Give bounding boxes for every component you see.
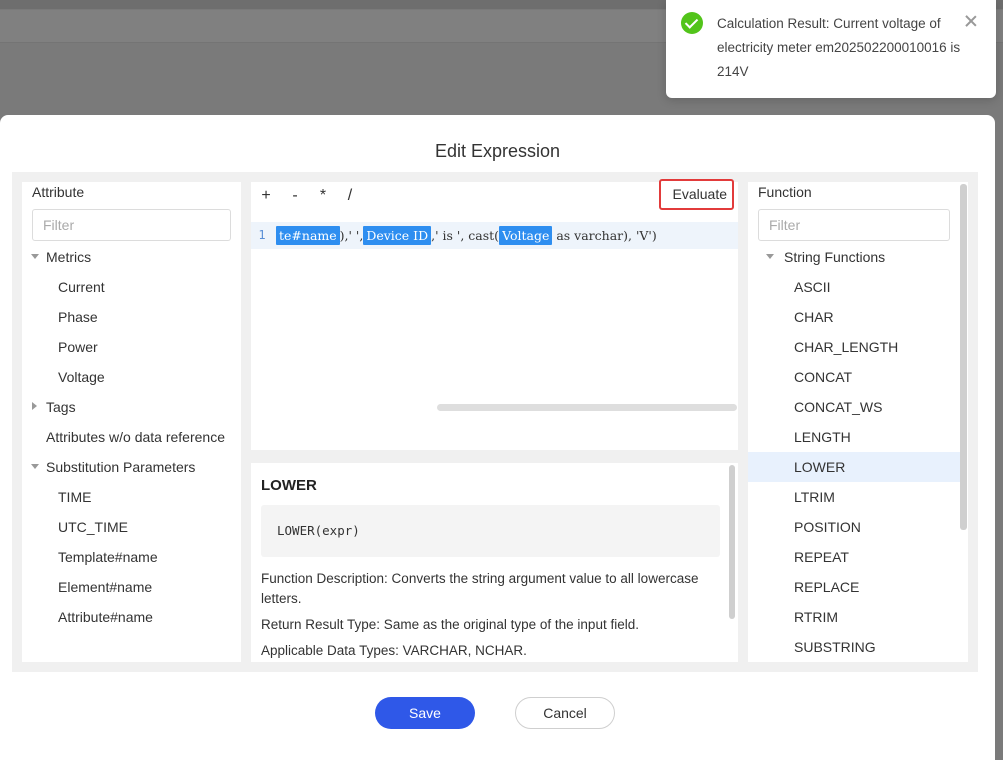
line-number: 1 — [258, 228, 266, 242]
function-item-lower[interactable]: LOWER — [748, 452, 960, 482]
description-scrollbar[interactable] — [729, 465, 735, 619]
caret-down-icon[interactable] — [766, 254, 774, 259]
tree-group-string-functions[interactable]: String Functions — [748, 242, 960, 272]
attribute-token[interactable]: Device ID — [363, 226, 432, 245]
caret-down-icon[interactable] — [31, 464, 39, 469]
caret-down-icon[interactable] — [31, 254, 39, 259]
evaluate-button[interactable]: Evaluate — [659, 179, 734, 210]
calculation-result-toast: Calculation Result: Current voltage of e… — [666, 0, 996, 98]
expression-editor: + - * / Evaluate 1 te#name),' ', Device I… — [251, 179, 738, 450]
function-heading: Function — [758, 184, 812, 200]
function-title: LOWER — [261, 477, 317, 494]
attribute-heading: Attribute — [32, 184, 85, 200]
function-item-ascii[interactable]: ASCII — [748, 272, 960, 302]
function-scrollbar[interactable] — [960, 184, 967, 530]
operator-toolbar: + - * / Evaluate — [251, 179, 738, 214]
attribute-token[interactable]: Voltage — [499, 226, 553, 245]
code-line[interactable]: 1 te#name),' ', Device ID ,' is ', cast(Vo… — [251, 222, 738, 249]
function-item-char-length[interactable]: CHAR_LENGTH — [748, 332, 960, 362]
tree-item-no-reference[interactable]: Attributes w/o data reference — [22, 422, 241, 452]
function-item-length[interactable]: LENGTH — [748, 422, 960, 452]
function-item-replace[interactable]: REPLACE — [748, 572, 960, 602]
function-item-char[interactable]: CHAR — [748, 302, 960, 332]
tree-group-tags[interactable]: Tags — [22, 392, 241, 422]
code-segment: as varchar), 'V') — [552, 228, 657, 243]
function-item-concat[interactable]: CONCAT — [748, 362, 960, 392]
attribute-item-phase[interactable]: Phase — [22, 302, 241, 332]
attribute-item-current[interactable]: Current — [22, 272, 241, 302]
check-circle-icon — [681, 12, 703, 34]
modal-title: Edit Expression — [434, 141, 561, 161]
close-icon[interactable] — [964, 14, 978, 28]
param-item-time[interactable]: TIME — [22, 482, 241, 512]
attribute-item-voltage[interactable]: Voltage — [22, 362, 241, 392]
save-button[interactable]: Save — [375, 697, 475, 729]
horizontal-scrollbar[interactable] — [437, 404, 737, 411]
function-panel: Function String Functions ASCII CHAR CHA… — [748, 182, 968, 662]
multiply-operator-button[interactable]: * — [316, 187, 330, 205]
caret-right-icon[interactable] — [32, 402, 37, 410]
code-segment: ),' ', — [339, 228, 364, 243]
attribute-filter-input[interactable] — [32, 209, 231, 241]
param-item-attribute-name[interactable]: Attribute#name — [22, 602, 241, 632]
attribute-panel: Attribute Metrics Current Phase Power Vo… — [22, 182, 241, 662]
param-item-template-name[interactable]: Template#name — [22, 542, 241, 572]
function-item-repeat[interactable]: REPEAT — [748, 542, 960, 572]
tree-group-substitution[interactable]: Substitution Parameters — [22, 452, 241, 482]
function-filter-input[interactable] — [758, 209, 950, 241]
attribute-token[interactable]: te#name — [276, 226, 340, 245]
function-item-substring[interactable]: SUBSTRING — [748, 632, 960, 662]
edit-expression-modal: Edit Expression Attribute Metrics Curren… — [0, 115, 995, 760]
toast-message: Calculation Result: Current voltage of e… — [717, 16, 961, 79]
function-item-concat-ws[interactable]: CONCAT_WS — [748, 392, 960, 422]
plus-operator-button[interactable]: + — [259, 187, 273, 205]
function-description-text: Function Description: Converts the strin… — [261, 571, 699, 606]
param-item-utc-time[interactable]: UTC_TIME — [22, 512, 241, 542]
function-description-panel: LOWER LOWER(expr) Function Description: … — [251, 463, 738, 662]
modal-body: Attribute Metrics Current Phase Power Vo… — [12, 172, 978, 672]
function-item-position[interactable]: POSITION — [748, 512, 960, 542]
function-tree: String Functions ASCII CHAR CHAR_LENGTH … — [748, 242, 960, 662]
minus-operator-button[interactable]: - — [288, 187, 302, 205]
return-type-text: Return Result Type: Same as the original… — [261, 617, 639, 632]
tree-group-metrics[interactable]: Metrics — [22, 242, 241, 272]
attribute-tree: Metrics Current Phase Power Voltage Tags… — [22, 242, 241, 632]
attribute-item-power[interactable]: Power — [22, 332, 241, 362]
cancel-button[interactable]: Cancel — [515, 697, 615, 729]
function-syntax: LOWER(expr) — [261, 505, 720, 557]
code-segment: ,' is ', cast( — [431, 228, 500, 243]
data-types-text: Applicable Data Types: VARCHAR, NCHAR. — [261, 643, 527, 658]
function-item-ltrim[interactable]: LTRIM — [748, 482, 960, 512]
divide-operator-button[interactable]: / — [343, 187, 357, 205]
code-text[interactable]: te#name),' ', Device ID ,' is ', cast(Volt… — [276, 222, 657, 249]
param-item-element-name[interactable]: Element#name — [22, 572, 241, 602]
function-item-rtrim[interactable]: RTRIM — [748, 602, 960, 632]
